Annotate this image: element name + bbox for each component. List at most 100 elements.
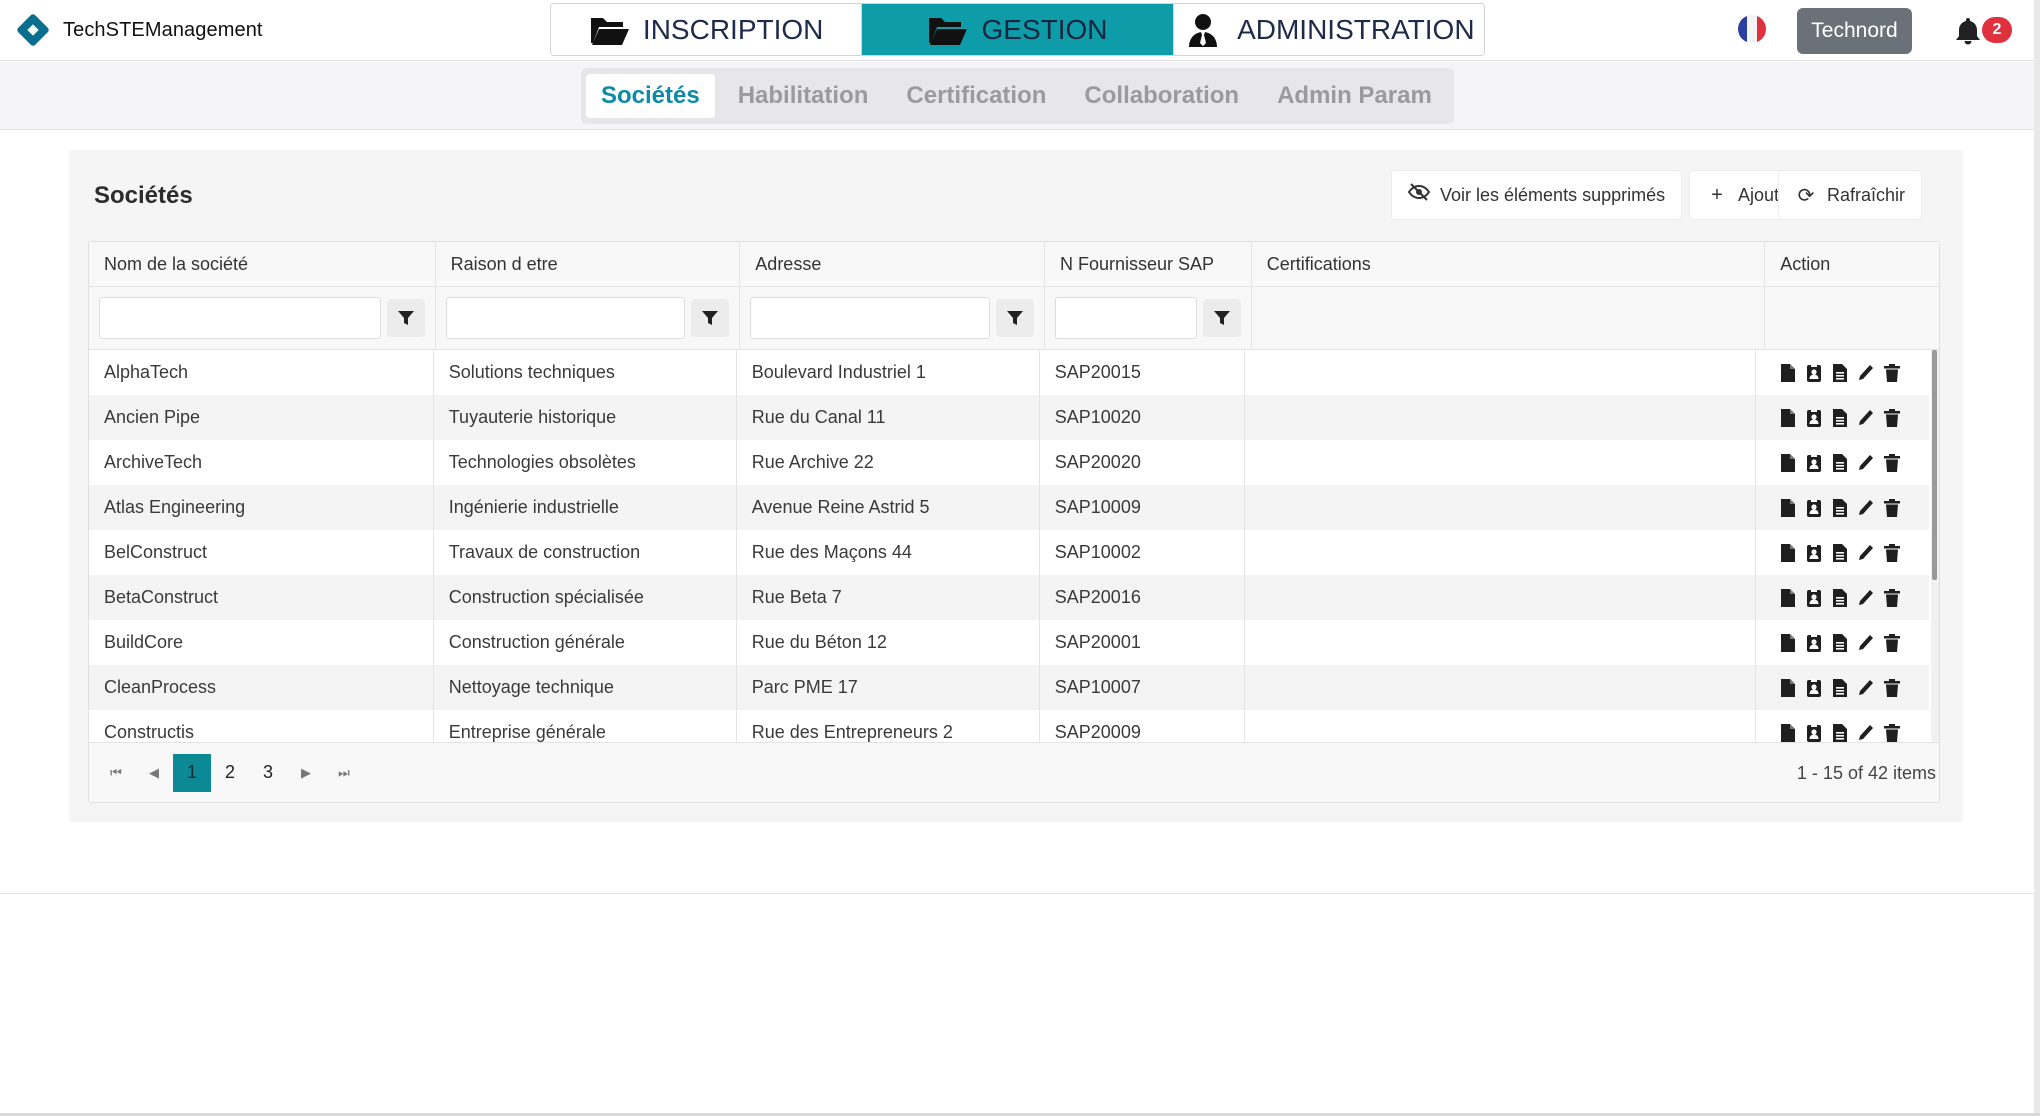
file-icon[interactable] xyxy=(1780,633,1796,652)
file-icon[interactable] xyxy=(1780,363,1796,382)
pencil-icon[interactable] xyxy=(1858,589,1874,607)
pencil-icon[interactable] xyxy=(1858,724,1874,742)
filter-input[interactable] xyxy=(99,297,381,339)
previous-page-icon[interactable]: ◀ xyxy=(135,754,173,792)
refresh-icon: ⟳ xyxy=(1797,184,1815,207)
file-icon[interactable] xyxy=(1780,498,1796,517)
column-header[interactable]: Adresse xyxy=(740,242,1045,286)
filter-button[interactable] xyxy=(995,299,1034,337)
id-badge-icon[interactable] xyxy=(1806,543,1822,562)
file-icon[interactable] xyxy=(1780,453,1796,472)
last-page-icon[interactable]: ⏭ xyxy=(325,754,363,792)
file-lines-icon[interactable] xyxy=(1832,408,1848,427)
table-row[interactable]: Atlas Engineering Ingénierie industrielle… xyxy=(89,485,1929,530)
filter-button[interactable] xyxy=(386,299,425,337)
table-row[interactable]: ArchiveTech Technologies obsolètes Rue Arc… xyxy=(89,440,1929,485)
flag-fr-icon[interactable] xyxy=(1738,15,1766,43)
file-lines-icon[interactable] xyxy=(1832,498,1848,517)
trash-icon[interactable] xyxy=(1884,498,1901,517)
table-row[interactable]: BetaConstruct Construction spécialisée Rue… xyxy=(89,575,1929,620)
scrollbar-thumb[interactable] xyxy=(1932,350,1937,580)
file-lines-icon[interactable] xyxy=(1832,678,1848,697)
logo-icon xyxy=(13,10,53,50)
filter-input[interactable] xyxy=(445,297,686,339)
trash-icon[interactable] xyxy=(1884,453,1901,472)
page-button[interactable]: 1 xyxy=(173,753,211,792)
file-icon[interactable] xyxy=(1780,408,1796,427)
trash-icon[interactable] xyxy=(1884,363,1901,382)
table-row[interactable]: BelConstruct Travaux de construction Rue d… xyxy=(89,530,1929,575)
column-header[interactable]: Raison d etre xyxy=(436,242,741,286)
filter-button[interactable] xyxy=(1202,299,1241,337)
id-badge-icon[interactable] xyxy=(1806,633,1822,652)
tab-admin-param[interactable]: Admin Param xyxy=(1262,74,1447,118)
column-header[interactable]: N Fournisseur SAP xyxy=(1045,242,1252,286)
tab-habilitation[interactable]: Habilitation xyxy=(723,74,884,118)
table-row[interactable]: Ancien Pipe Tuyauterie historique Rue du C… xyxy=(89,395,1929,440)
file-lines-icon[interactable] xyxy=(1832,633,1848,652)
id-badge-icon[interactable] xyxy=(1806,498,1822,517)
file-lines-icon[interactable] xyxy=(1832,453,1848,472)
trash-icon[interactable] xyxy=(1884,543,1901,562)
table-cell xyxy=(1245,575,1757,620)
pencil-icon[interactable] xyxy=(1858,634,1874,652)
user-tie-icon xyxy=(1189,13,1218,47)
filter-icon xyxy=(397,311,414,325)
file-icon[interactable] xyxy=(1780,723,1796,742)
module-administration[interactable]: ADMINISTRATION xyxy=(1172,4,1484,55)
id-badge-icon[interactable] xyxy=(1806,453,1822,472)
page-button[interactable]: 3 xyxy=(249,754,287,792)
module-gestion[interactable]: GESTION xyxy=(861,4,1173,55)
tab-collaboration[interactable]: Collaboration xyxy=(1069,74,1254,118)
table-row[interactable]: Constructis Entreprise générale Rue des En… xyxy=(89,710,1929,742)
module-inscription[interactable]: INSCRIPTION xyxy=(551,4,862,55)
page-button[interactable]: 2 xyxy=(211,754,249,792)
table-cell: Ingénierie industrielle xyxy=(434,485,737,530)
id-badge-icon[interactable] xyxy=(1806,723,1822,742)
table-row[interactable]: CleanProcess Nettoyage technique Parc PME … xyxy=(89,665,1929,710)
file-lines-icon[interactable] xyxy=(1832,588,1848,607)
folder-open-icon xyxy=(590,17,629,45)
table-cell: BelConstruct xyxy=(89,530,434,575)
file-icon[interactable] xyxy=(1780,543,1796,562)
refresh-button[interactable]: ⟳ Rafraîchir xyxy=(1778,170,1923,220)
trash-icon[interactable] xyxy=(1884,633,1901,652)
table-cell: BuildCore xyxy=(89,620,434,665)
filter-button[interactable] xyxy=(691,299,730,337)
id-badge-icon[interactable] xyxy=(1806,678,1822,697)
file-lines-icon[interactable] xyxy=(1832,723,1848,742)
table-row[interactable]: BuildCore Construction générale Rue du Bét… xyxy=(89,620,1929,665)
tab-societes[interactable]: Sociétés xyxy=(586,74,715,118)
column-header[interactable]: Nom de la société xyxy=(89,242,436,286)
trash-icon[interactable] xyxy=(1884,408,1901,427)
trash-icon[interactable] xyxy=(1884,678,1901,697)
id-badge-icon[interactable] xyxy=(1806,363,1822,382)
file-icon[interactable] xyxy=(1780,678,1796,697)
row-actions xyxy=(1756,440,1929,485)
id-badge-icon[interactable] xyxy=(1806,588,1822,607)
tab-certification[interactable]: Certification xyxy=(891,74,1061,118)
file-icon[interactable] xyxy=(1780,588,1796,607)
user-button[interactable]: Technord xyxy=(1797,8,1912,54)
table-row[interactable]: AlphaTech Solutions techniques Boulevard I… xyxy=(89,350,1929,395)
pencil-icon[interactable] xyxy=(1858,544,1874,562)
next-page-icon[interactable]: ▶ xyxy=(287,754,325,792)
id-badge-icon[interactable] xyxy=(1806,408,1822,427)
filter-input[interactable] xyxy=(750,297,990,339)
pencil-icon[interactable] xyxy=(1858,454,1874,472)
trash-icon[interactable] xyxy=(1884,588,1901,607)
brand[interactable]: TechSTEManagement xyxy=(13,10,263,50)
bell-icon[interactable] xyxy=(1953,16,1983,46)
pencil-icon[interactable] xyxy=(1858,409,1874,427)
pencil-icon[interactable] xyxy=(1858,499,1874,517)
trash-icon[interactable] xyxy=(1884,723,1901,742)
column-header[interactable]: Certifications xyxy=(1252,242,1766,286)
filter-input[interactable] xyxy=(1054,297,1197,339)
file-lines-icon[interactable] xyxy=(1832,543,1848,562)
show-deleted-button[interactable]: Voir les éléments supprimés xyxy=(1391,170,1683,220)
first-page-icon[interactable]: ⏮ xyxy=(97,754,135,792)
pencil-icon[interactable] xyxy=(1858,679,1874,697)
pencil-icon[interactable] xyxy=(1858,364,1874,382)
table-cell: SAP20015 xyxy=(1040,350,1246,395)
file-lines-icon[interactable] xyxy=(1832,363,1848,382)
